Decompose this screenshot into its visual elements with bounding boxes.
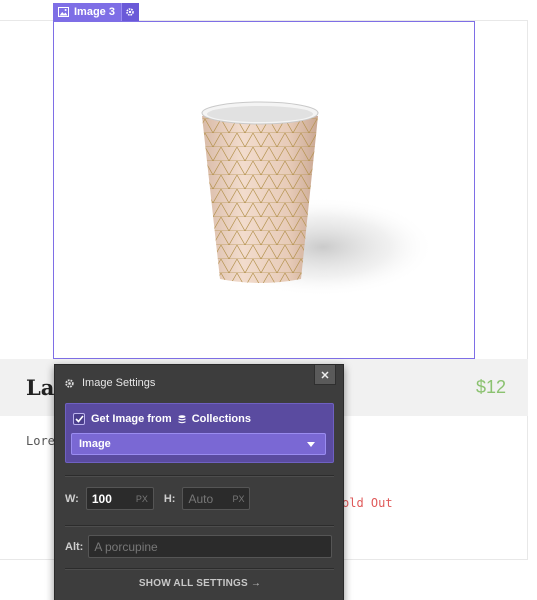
section-divider [65,475,334,476]
alt-label: Alt: [65,540,84,553]
product-description: Lore [26,434,55,448]
image-settings-panel: Image Settings Get Image from Collection… [54,364,344,600]
element-label-text: Image 3 [74,6,115,18]
height-input[interactable]: Auto PX [182,487,251,510]
collections-prefix: Get Image from [91,413,172,425]
collections-binding: Get Image from Collections Image [65,403,334,463]
gear-icon [126,8,135,16]
width-label: W: [65,492,79,505]
alt-placeholder: A porcupine [94,539,158,554]
collections-checkbox[interactable] [73,413,85,425]
height-placeholder: Auto [188,491,214,506]
element-settings-button[interactable] [120,3,139,21]
collections-checkbox-row[interactable]: Get Image from Collections [73,413,251,425]
show-all-settings-link[interactable]: SHOW ALL SETTINGS → [55,578,345,589]
panel-header: Image Settings [64,377,155,389]
element-label[interactable]: Image 3 [53,3,121,21]
section-divider [65,568,334,569]
width-unit: PX [135,493,148,504]
product-price: $12 [476,377,507,397]
database-icon [178,414,186,423]
cup-illustration [201,101,435,297]
alt-row: Alt: A porcupine [65,535,333,558]
collections-source: Collections [191,413,251,425]
alt-text-input[interactable]: A porcupine [88,535,333,558]
section-divider [65,525,334,526]
width-input[interactable]: 100 PX [85,487,154,510]
chevron-down-icon [307,442,315,447]
element-selection-tag[interactable]: Image 3 [53,3,139,21]
sold-out-label: old Out [342,496,393,510]
height-label: H: [163,492,176,505]
gear-icon [65,378,74,388]
collection-field-select[interactable]: Image [71,433,326,455]
close-button[interactable] [314,365,336,385]
close-icon [321,370,329,379]
image-icon [58,7,69,17]
dimensions-row: W: 100 PX H: Auto PX [65,487,251,510]
width-value: 100 [91,491,112,506]
product-image[interactable] [53,21,475,359]
panel-title: Image Settings [82,377,156,389]
checkmark-icon [74,415,84,423]
collection-field-value: Image [79,438,111,450]
height-unit: PX [232,493,245,504]
